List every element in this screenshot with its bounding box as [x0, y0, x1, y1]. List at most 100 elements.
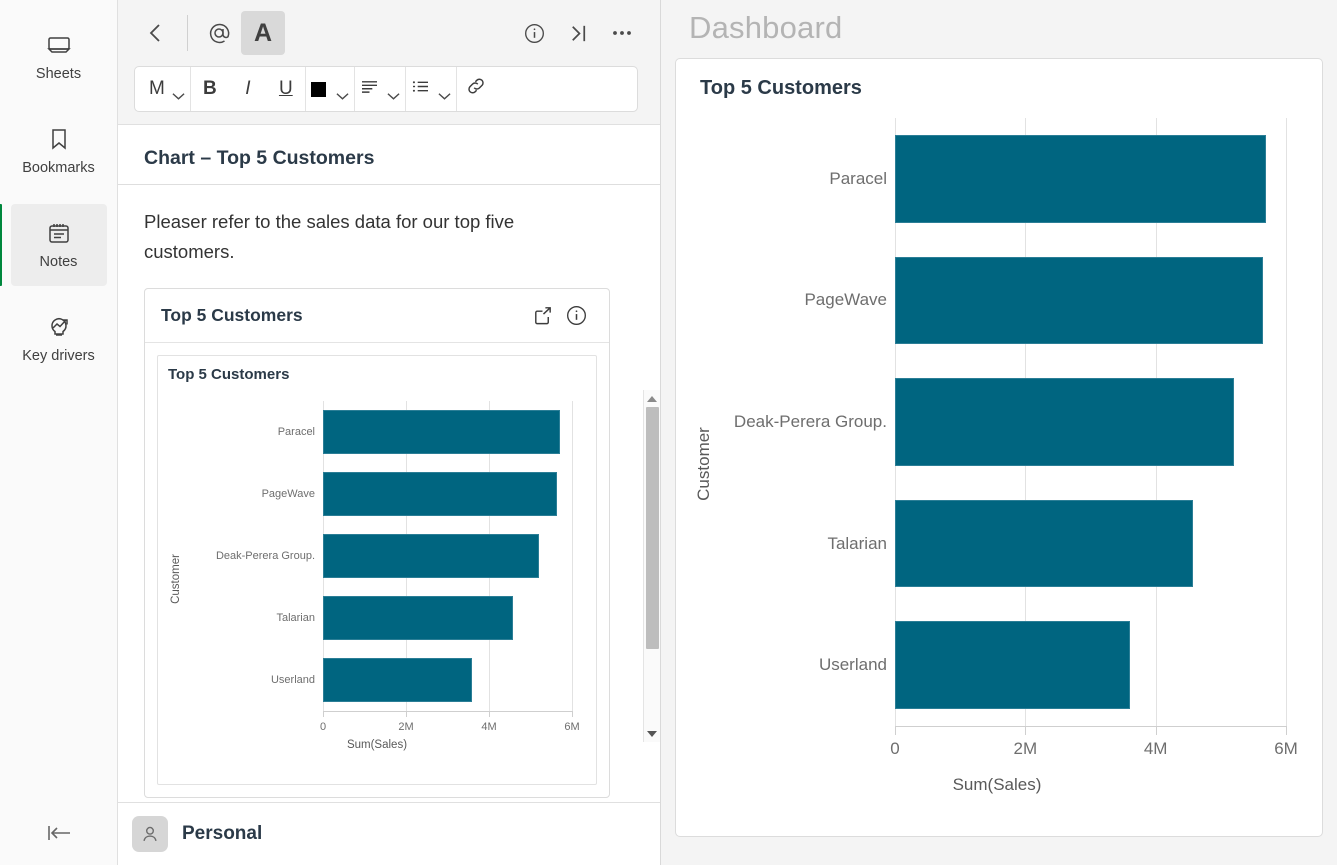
- bar[interactable]: [895, 256, 1263, 345]
- chart-plot-area: Customer Paracel PageWave Deak-Perera Group…: [168, 383, 586, 775]
- sidebar-item-label: Bookmarks: [22, 160, 95, 177]
- left-nav-rail: Sheets Bookmarks Notes Key drivers: [0, 0, 118, 865]
- align-group: [355, 67, 406, 111]
- at-mention-icon[interactable]: [197, 11, 241, 55]
- dashboard-card-title: Top 5 Customers: [700, 77, 862, 99]
- bar[interactable]: [323, 471, 558, 517]
- chart-plot-area[interactable]: Customer Paracel PageWave Deak-Perera Group…: [690, 100, 1304, 828]
- chevron-down-icon: [336, 85, 349, 100]
- scroll-down-icon[interactable]: [644, 725, 661, 742]
- notes-toolbar-row-primary: A: [134, 0, 644, 66]
- x-axis-tick-label: 4M: [1143, 739, 1168, 758]
- x-axis-tick-label: 6M: [1274, 739, 1298, 758]
- chevron-down-icon: [387, 85, 400, 100]
- sheets-icon: [46, 32, 72, 58]
- notes-scrollbar[interactable]: [643, 390, 660, 742]
- embedded-card-header: Top 5 Customers: [145, 289, 609, 344]
- text-style-group: B I U: [191, 67, 306, 111]
- bar[interactable]: [323, 533, 539, 579]
- x-axis-tick-label: 0: [319, 721, 327, 734]
- list-dropdown[interactable]: [406, 67, 456, 111]
- bold-button[interactable]: B: [191, 67, 229, 111]
- scrollbar-track[interactable]: [644, 407, 661, 725]
- bar[interactable]: [323, 595, 514, 641]
- page-title: Dashboard: [689, 10, 843, 45]
- sidebar-item-key-drivers[interactable]: Key drivers: [11, 298, 107, 380]
- link-icon: [466, 76, 486, 102]
- x-axis-tick-label: 2M: [398, 721, 414, 734]
- font-size-value: M: [149, 78, 165, 99]
- collapse-right-icon[interactable]: [556, 11, 600, 55]
- dashboard-chart-card[interactable]: Top 5 Customers Customer Paracel PageWave D…: [675, 58, 1323, 837]
- category-label: Deak-Perera Group.: [215, 550, 315, 563]
- embedded-chart[interactable]: Top 5 Customers Customer Paracel PageWave D…: [157, 355, 597, 786]
- note-text: Pleaser refer to the sales data for our …: [144, 211, 515, 262]
- link-group: [457, 67, 495, 111]
- sidebar-item-label: Key drivers: [22, 348, 95, 365]
- category-label: PageWave: [261, 488, 315, 501]
- x-axis-tick-label: 2M: [1013, 739, 1038, 758]
- category-label: Paracel: [829, 168, 887, 188]
- sidebar-item-bookmarks[interactable]: Bookmarks: [11, 110, 107, 192]
- x-axis-tick: [1025, 726, 1027, 735]
- sidebar-item-label: Notes: [39, 254, 78, 271]
- info-icon[interactable]: [512, 11, 556, 55]
- x-axis-tick: [323, 711, 324, 718]
- bar[interactable]: [895, 378, 1234, 466]
- x-axis-label: Sum(Sales): [952, 775, 1042, 794]
- x-axis-tick-label: 4M: [481, 721, 497, 734]
- embedded-chart-card[interactable]: Top 5 Customers Top 5 Customers Customer…: [144, 288, 610, 799]
- notes-panel: A M B I U Chart – Top 5 Customers Please…: [118, 0, 661, 865]
- align-dropdown[interactable]: [355, 67, 405, 111]
- category-label: Talarian: [827, 533, 887, 553]
- x-axis-tick: [572, 711, 573, 718]
- embedded-chart-wrapper: Top 5 Customers Customer Paracel PageWave D…: [145, 343, 609, 797]
- bar[interactable]: [895, 621, 1130, 709]
- x-axis-line: [323, 711, 572, 713]
- grid-line: [1286, 118, 1287, 726]
- embedded-card-title: Top 5 Customers: [161, 305, 303, 326]
- scrollbar-thumb[interactable]: [645, 407, 659, 649]
- format-text-button[interactable]: A: [241, 11, 285, 55]
- bar[interactable]: [895, 135, 1267, 223]
- sidebar-item-notes[interactable]: Notes: [0, 204, 107, 286]
- text-color-dropdown[interactable]: [306, 67, 354, 111]
- sidebar-item-label: Sheets: [35, 66, 82, 83]
- italic-button[interactable]: I: [229, 67, 267, 111]
- chart-title: Top 5 Customers: [168, 366, 290, 384]
- sidebar-item-sheets[interactable]: Sheets: [11, 16, 107, 98]
- category-label: Talarian: [276, 612, 315, 625]
- chevron-down-icon: [172, 85, 185, 100]
- category-label: PageWave: [804, 290, 887, 310]
- toolbar-divider: [187, 15, 188, 51]
- x-axis-tick: [406, 711, 407, 718]
- category-label: Deak-Perera Group.: [733, 412, 887, 431]
- bar[interactable]: [323, 657, 473, 703]
- info-icon[interactable]: [559, 299, 593, 333]
- text-color-group: [306, 67, 355, 111]
- category-label: Userland: [818, 655, 887, 675]
- font-size-dropdown[interactable]: M: [135, 67, 190, 111]
- more-options-icon[interactable]: [600, 11, 644, 55]
- bar[interactable]: [323, 409, 560, 455]
- back-button[interactable]: [134, 11, 178, 55]
- scroll-up-icon[interactable]: [644, 390, 661, 407]
- x-axis-label: Sum(Sales): [346, 739, 408, 752]
- underline-button[interactable]: U: [267, 67, 305, 111]
- bar[interactable]: [895, 499, 1194, 588]
- collapse-left-icon[interactable]: [0, 823, 117, 843]
- notes-footer: Personal: [118, 802, 660, 865]
- avatar[interactable]: [132, 816, 168, 852]
- color-swatch: [310, 81, 326, 97]
- dashboard-panel: Dashboard Top 5 Customers Customer Parace…: [661, 0, 1337, 865]
- key-drivers-icon: [46, 314, 72, 340]
- link-button[interactable]: [457, 67, 495, 111]
- notes-icon: [46, 220, 72, 246]
- category-label: Paracel: [277, 426, 315, 439]
- note-body[interactable]: Pleaser refer to the sales data for our …: [118, 185, 660, 802]
- align-left-icon: [360, 78, 379, 100]
- note-title: Chart – Top 5 Customers: [118, 125, 660, 185]
- open-external-icon[interactable]: [525, 299, 559, 333]
- x-axis-tick-label: 6M: [564, 721, 580, 734]
- font-size-group: M: [135, 67, 191, 111]
